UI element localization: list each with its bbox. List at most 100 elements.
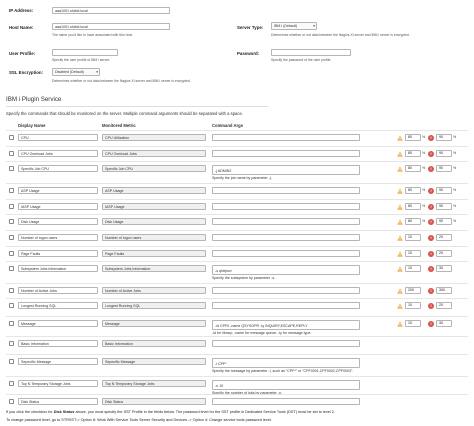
password-input[interactable]: [271, 49, 351, 56]
display-name-input[interactable]: Subsystem Jobs Information: [18, 265, 98, 272]
display-name-input[interactable]: Message: [18, 320, 98, 327]
server-type-value: IBM i (Default): [274, 24, 297, 28]
warning-threshold-input[interactable]: 80: [405, 203, 421, 210]
display-name-input[interactable]: Number of logon users: [18, 234, 98, 241]
warning-threshold-input[interactable]: 10: [405, 250, 421, 257]
service-checkbox[interactable]: [9, 399, 14, 404]
ip-address-input[interactable]: aaa1001.shield.local: [52, 7, 170, 14]
server-type-hint: Determines whether or not data between t…: [271, 33, 410, 37]
command-args-input[interactable]: [212, 250, 360, 257]
critical-icon: !: [428, 266, 434, 272]
command-args-input[interactable]: -i CPF*: [212, 358, 360, 368]
critical-threshold-input[interactable]: 20: [436, 302, 452, 309]
display-name-input[interactable]: CPU Overload Jobs: [18, 150, 98, 157]
warning-threshold-input[interactable]: 10: [405, 234, 421, 241]
warning-threshold-input[interactable]: 10: [405, 265, 421, 272]
critical-unit: %: [453, 188, 457, 192]
service-checkbox[interactable]: [9, 188, 14, 193]
ssl-encryption-select[interactable]: Disabled (Default) ▾: [52, 68, 100, 76]
command-args-input[interactable]: [212, 150, 360, 157]
warning-icon: [397, 288, 403, 294]
host-name-input[interactable]: aaa1001.shield.local: [52, 23, 170, 30]
command-args-input[interactable]: -s qhttpsvr: [212, 265, 360, 275]
command-args-input[interactable]: [212, 203, 360, 210]
footer-text-a: If you click the checkbox for: [6, 410, 53, 414]
monitored-metric-input: Number of Active Jobs: [102, 287, 206, 294]
critical-unit: %: [453, 219, 457, 223]
critical-threshold-input[interactable]: 30: [436, 320, 452, 327]
warning-threshold-input[interactable]: 10: [405, 320, 421, 327]
command-args-input[interactable]: -j ADMIN2: [212, 165, 360, 175]
display-name-input[interactable]: ASP Usage: [18, 187, 98, 194]
warning-threshold-input[interactable]: 80: [405, 150, 421, 157]
critical-threshold-input[interactable]: 90: [436, 150, 452, 157]
command-args-input[interactable]: [212, 134, 360, 141]
display-name-input[interactable]: IASP Usage: [18, 203, 98, 210]
command-args-input[interactable]: [212, 187, 360, 194]
critical-threshold-input[interactable]: 20: [436, 250, 452, 257]
display-name-input[interactable]: Longest Running SQL: [18, 302, 98, 309]
display-name-input[interactable]: Disk Status: [18, 398, 98, 405]
critical-threshold-input[interactable]: 30: [436, 265, 452, 272]
row-divider: [6, 261, 468, 262]
service-checkbox[interactable]: [9, 288, 14, 293]
critical-threshold-input[interactable]: 90: [436, 203, 452, 210]
service-checkbox[interactable]: [9, 381, 14, 386]
display-name-input[interactable]: CPU: [18, 134, 98, 141]
display-name-input[interactable]: Top N Temporary Storage Jobs: [18, 380, 98, 387]
display-name-input[interactable]: Page Faults: [18, 250, 98, 257]
service-checkbox[interactable]: [9, 266, 14, 271]
critical-threshold-input[interactable]: 300: [436, 287, 452, 294]
warning-threshold-input[interactable]: 80: [405, 187, 421, 194]
warning-threshold-input[interactable]: 80: [405, 218, 421, 225]
command-args-input[interactable]: [212, 302, 360, 309]
ssl-encryption-label: SSL Encryption:: [9, 70, 44, 75]
display-name-input[interactable]: Disk Usage: [18, 218, 98, 225]
critical-threshold-input[interactable]: 90: [436, 165, 452, 172]
service-checkbox[interactable]: [9, 235, 14, 240]
service-checkbox[interactable]: [9, 341, 14, 346]
service-checkbox[interactable]: [9, 151, 14, 156]
service-checkbox[interactable]: [9, 166, 14, 171]
command-args-input[interactable]: -n 10: [212, 380, 360, 390]
display-name-input[interactable]: Number of Active Jobs: [18, 287, 98, 294]
warning-icon: [397, 266, 403, 272]
command-args-input[interactable]: [212, 340, 360, 347]
section-description: Specify the commands that should be moni…: [6, 111, 243, 116]
command-args-input[interactable]: [212, 398, 360, 405]
user-profile-input[interactable]: [52, 49, 118, 56]
monitored-metric-input: Page Faults: [102, 250, 206, 257]
command-args-input[interactable]: [212, 218, 360, 225]
service-checkbox[interactable]: [9, 219, 14, 224]
warning-threshold-input[interactable]: 80: [405, 134, 421, 141]
row-divider: [6, 161, 468, 162]
warning-threshold-input[interactable]: 10: [405, 302, 421, 309]
command-args-input[interactable]: -id CPF0 -name QSYSOPR -ty INQUIRY,ESCAP…: [212, 320, 360, 330]
service-checkbox[interactable]: [9, 135, 14, 140]
critical-icon: !: [428, 166, 434, 172]
monitored-metric-input: Specific Job CPU: [102, 165, 206, 172]
command-args-input[interactable]: [212, 287, 360, 294]
critical-threshold-input[interactable]: 90: [436, 134, 452, 141]
display-name-input[interactable]: Specific Job CPU: [18, 165, 98, 172]
critical-threshold-input[interactable]: 20: [436, 234, 452, 241]
server-type-select[interactable]: IBM i (Default) ▾: [271, 22, 317, 30]
service-checkbox[interactable]: [9, 359, 14, 364]
ssl-encryption-hint: Determines whether or not data between t…: [52, 79, 191, 83]
critical-icon: !: [428, 135, 434, 141]
service-checkbox[interactable]: [9, 303, 14, 308]
monitored-metric-input: Basic Information: [102, 340, 206, 347]
warning-threshold-input[interactable]: 200: [405, 287, 421, 294]
service-checkbox[interactable]: [9, 251, 14, 256]
command-args-hint: Specify the message by parameter -i, suc…: [212, 369, 354, 373]
footer-disk-status: Disk Status: [53, 410, 75, 414]
display-name-input[interactable]: Sepecific Message: [18, 358, 98, 365]
display-name-input[interactable]: Basic Information: [18, 340, 98, 347]
critical-threshold-input[interactable]: 90: [436, 187, 452, 194]
critical-threshold-input[interactable]: 90: [436, 218, 452, 225]
service-checkbox[interactable]: [9, 204, 14, 209]
footer-note-2: To change password level, go to STRSST->…: [6, 418, 272, 422]
command-args-input[interactable]: [212, 234, 360, 241]
service-checkbox[interactable]: [9, 321, 14, 326]
warning-threshold-input[interactable]: 80: [405, 165, 421, 172]
